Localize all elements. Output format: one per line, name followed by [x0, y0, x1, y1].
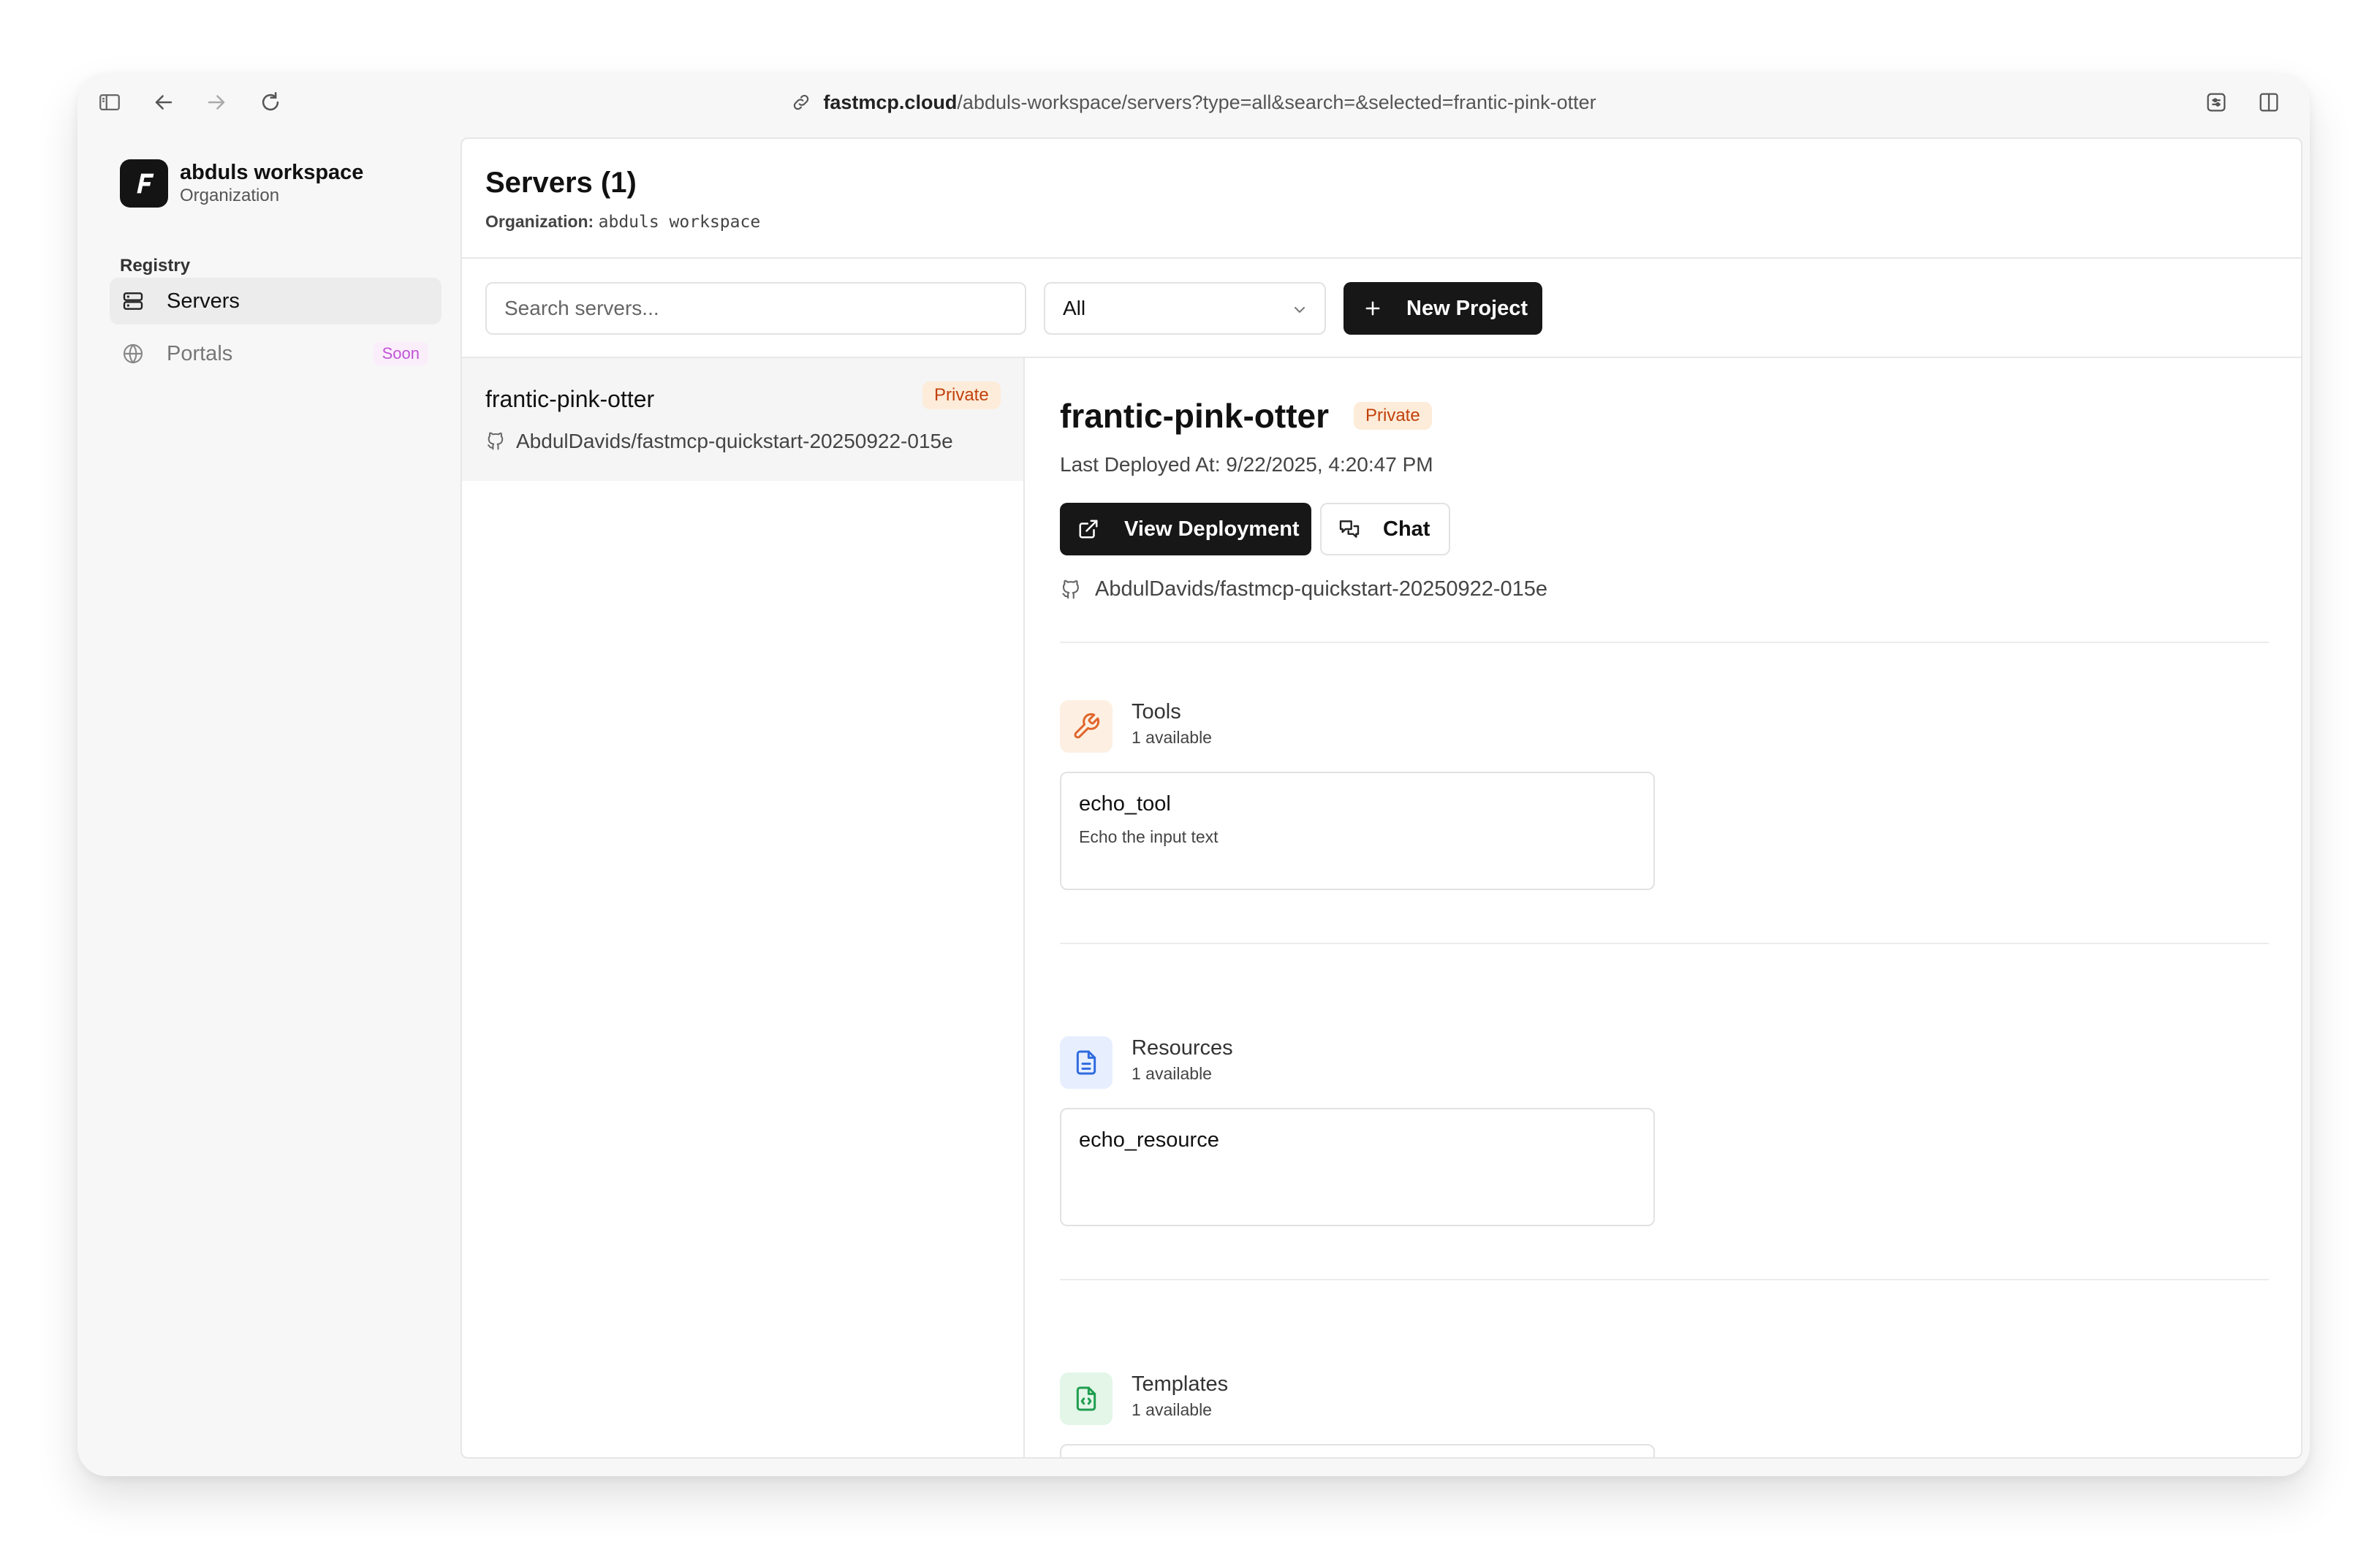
sidebar: abduls workspace Organization Registry S… — [77, 132, 461, 1476]
server-list: frantic-pink-otter Private AbdulDavids/f… — [462, 358, 1025, 1457]
detail-divider — [1060, 943, 2269, 944]
workspace-type: Organization — [180, 186, 280, 205]
server-repo-text: AbdulDavids/fastmcp-quickstart-20250922-… — [516, 430, 953, 452]
new-project-label: New Project — [1406, 296, 1528, 320]
extensions-icon[interactable] — [2202, 88, 2231, 117]
github-icon — [1062, 580, 1079, 599]
sidebar-item-label: Servers — [167, 289, 240, 313]
sidebar-item-portals[interactable]: Portals Soon — [110, 330, 441, 377]
private-badge: Private — [922, 381, 1001, 409]
split-view-icon[interactable] — [2254, 88, 2284, 117]
detail-divider — [1060, 1279, 2269, 1280]
address-bar[interactable]: fastmcp.cloud/abduls-workspace/servers?t… — [77, 88, 2310, 117]
last-deployed-text: Last Deployed At: 9/22/2025, 4:20:47 PM — [1060, 453, 1433, 476]
sidebar-item-label: Portals — [167, 341, 233, 365]
templates-section-count: 1 available — [1132, 1400, 1212, 1419]
server-icon — [123, 292, 143, 310]
template-card[interactable] — [1060, 1444, 1655, 1457]
type-filter-value: All — [1063, 297, 1086, 319]
plus-icon — [1365, 301, 1380, 316]
url-host: fastmcp.cloud — [823, 91, 958, 113]
workspace-switcher[interactable]: abduls workspace Organization — [120, 159, 363, 208]
wrench-icon — [1060, 700, 1113, 753]
main-content: Servers (1) Organization: abduls workspa… — [461, 137, 2303, 1459]
tool-name: echo_tool — [1079, 792, 1171, 816]
detail-divider — [1060, 642, 2269, 643]
code-file-icon — [1060, 1372, 1113, 1425]
resources-section-title: Resources — [1132, 1036, 1233, 1060]
registry-section-label: Registry — [120, 256, 191, 276]
github-icon — [488, 432, 504, 450]
fastmcp-logo-icon — [120, 159, 168, 208]
view-deployment-label: View Deployment — [1124, 517, 1300, 541]
globe-icon — [123, 343, 143, 364]
resources-section-count: 1 available — [1132, 1064, 1212, 1083]
server-detail-title: frantic-pink-otter — [1060, 397, 1329, 435]
workspace-name: abduls workspace — [180, 161, 364, 184]
header-divider — [462, 257, 2301, 259]
browser-window: fastmcp.cloud/abduls-workspace/servers?t… — [77, 73, 2310, 1476]
new-project-button[interactable]: New Project — [1344, 282, 1542, 335]
search-input[interactable] — [485, 282, 1026, 335]
templates-section-title: Templates — [1132, 1372, 1229, 1396]
type-filter-select[interactable]: All — [1044, 282, 1326, 335]
external-link-icon — [1079, 520, 1098, 539]
sidebar-item-servers[interactable]: Servers — [110, 278, 441, 324]
chat-icon — [1339, 520, 1360, 538]
tools-section-count: 1 available — [1132, 728, 1212, 747]
chat-label: Chat — [1383, 517, 1430, 541]
url-path: /abduls-workspace/servers?type=all&searc… — [957, 91, 1596, 113]
link-icon — [794, 94, 809, 110]
view-deployment-button[interactable]: View Deployment — [1060, 503, 1311, 555]
chevron-down-icon — [1295, 307, 1305, 313]
server-list-item[interactable]: frantic-pink-otter Private AbdulDavids/f… — [462, 358, 1023, 481]
resource-card[interactable]: echo_resource — [1060, 1108, 1655, 1226]
resource-name: echo_resource — [1079, 1128, 1219, 1152]
chat-button[interactable]: Chat — [1320, 503, 1450, 555]
document-icon — [1060, 1036, 1113, 1089]
organization-value: abduls workspace — [598, 213, 761, 232]
server-name: frantic-pink-otter — [485, 386, 655, 412]
server-detail-repo-text: AbdulDavids/fastmcp-quickstart-20250922-… — [1095, 577, 1548, 601]
private-badge: Private — [1354, 402, 1432, 430]
tool-card[interactable]: echo_tool Echo the input text — [1060, 772, 1655, 890]
server-detail-repo[interactable]: AbdulDavids/fastmcp-quickstart-20250922-… — [1060, 577, 1547, 601]
soon-badge: Soon — [373, 342, 428, 365]
page-title: Servers (1) — [485, 167, 637, 199]
organization-line: Organization: abduls workspace — [485, 212, 760, 232]
tools-section-title: Tools — [1132, 700, 1181, 723]
server-repo: AbdulDavids/fastmcp-quickstart-20250922-… — [485, 430, 953, 453]
browser-toolbar: fastmcp.cloud/abduls-workspace/servers?t… — [77, 73, 2310, 132]
organization-label: Organization: — [485, 212, 594, 231]
tool-description: Echo the input text — [1079, 827, 1219, 846]
server-detail: frantic-pink-otter Private Last Deployed… — [1025, 358, 2301, 1457]
